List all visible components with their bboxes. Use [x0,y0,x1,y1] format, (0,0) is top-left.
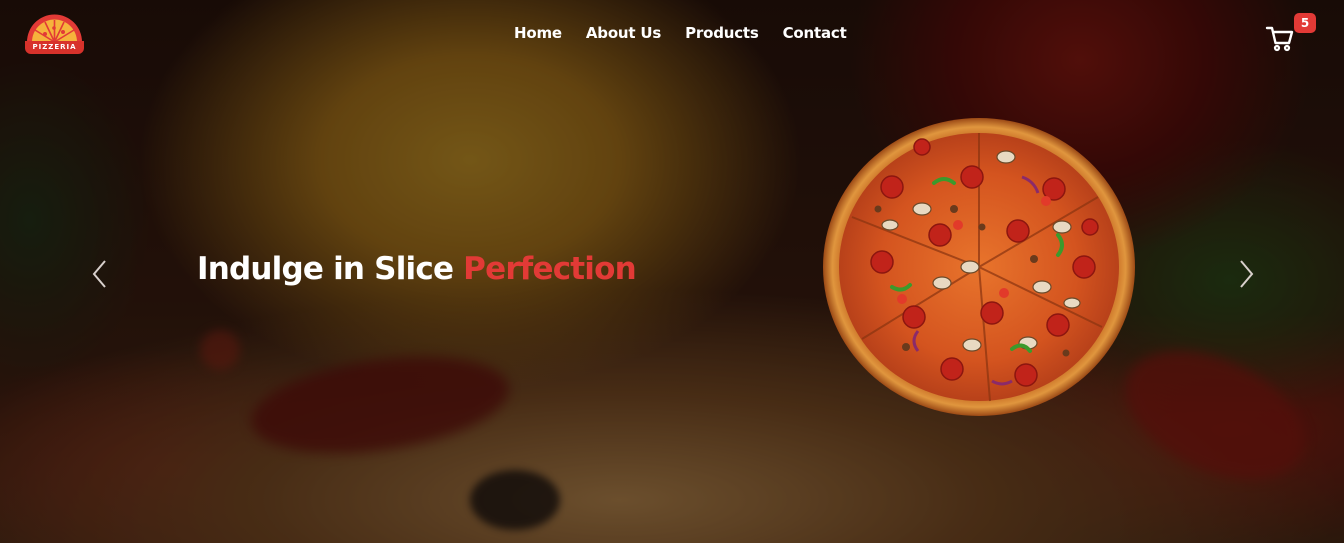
carousel-next-button[interactable] [1236,258,1256,290]
nav-item-contact[interactable]: Contact [783,22,847,44]
pizza-icon [823,118,1135,416]
nav-item-products[interactable]: Products [685,22,759,44]
logo-text: PIZZERIA [25,41,84,54]
logo[interactable]: PIZZERIA [25,12,84,54]
headline-text: Indulge in Slice [197,251,454,287]
nav-item-about-us[interactable]: About Us [586,22,661,44]
pizza-image [822,117,1136,417]
hero-headline: Indulge in Slice Perfection [197,248,637,290]
cart-count-badge: 5 [1294,13,1316,33]
pizza-slice-logo-icon [27,14,82,43]
cart-icon [1265,26,1294,52]
chevron-left-icon [92,260,106,288]
main-nav: Home About Us Products Contact [514,22,871,44]
chevron-right-icon [1240,260,1254,288]
cart-button[interactable] [1264,22,1296,54]
carousel-prev-button[interactable] [90,258,110,290]
nav-item-home[interactable]: Home [514,22,562,44]
headline-accent-text: Perfection [463,251,637,287]
